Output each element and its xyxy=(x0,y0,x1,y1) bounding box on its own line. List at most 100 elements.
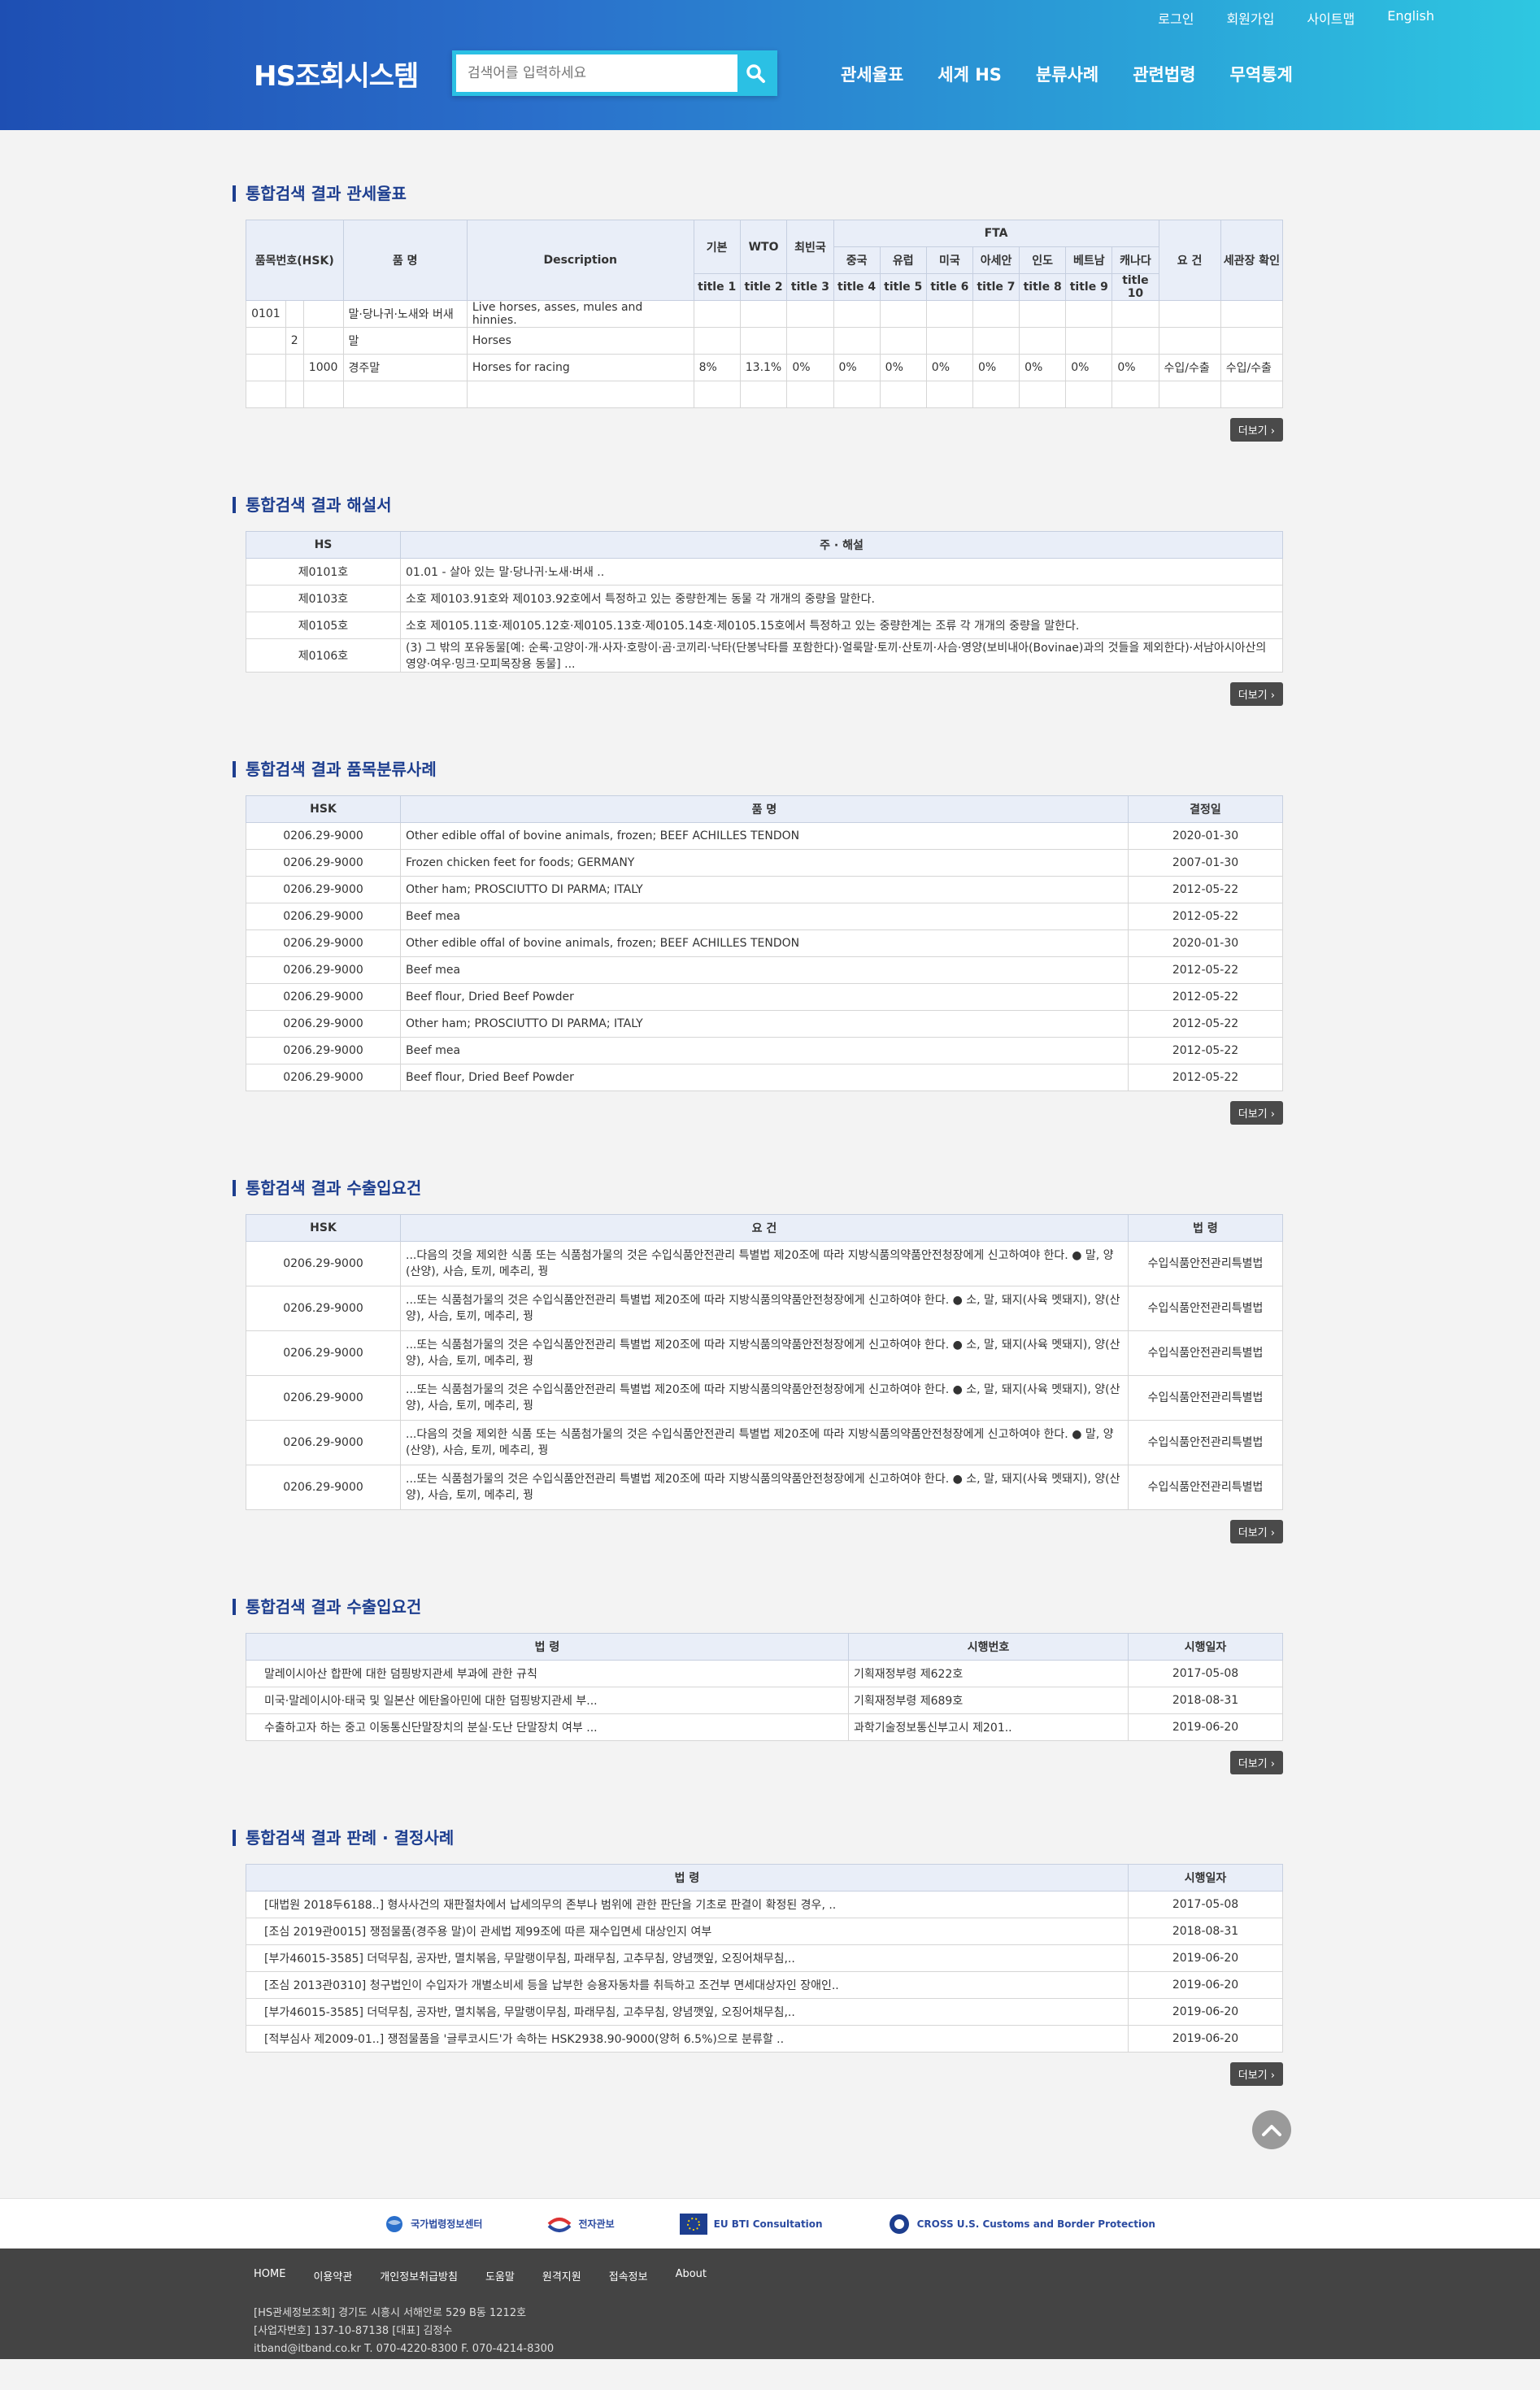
table-cell: 2012-05-22 xyxy=(1128,1064,1283,1091)
partner-gazette[interactable]: 전자관보 xyxy=(547,2214,615,2234)
table-cell: 수입식품안전관리특별법 xyxy=(1128,1420,1283,1465)
nav-laws[interactable]: 관련법령 xyxy=(1133,62,1195,86)
table-cell: 0206.29-9000 xyxy=(246,1286,401,1331)
table-cell xyxy=(466,381,694,408)
tariff-row[interactable]: 0101 말·당나귀·노새와 버새 Live horses, asses, mule… xyxy=(246,300,1284,328)
table-cell: 2018-08-31 xyxy=(1128,1687,1283,1714)
nav-cases[interactable]: 분류사례 xyxy=(1036,62,1098,86)
commentary-row[interactable]: 제0101호 01.01 - 살아 있는 말·당나귀·노새·버새 .. xyxy=(246,558,1283,586)
table-cell: 제0105호 xyxy=(246,612,401,639)
scroll-top-button[interactable] xyxy=(1252,2110,1291,2149)
section-title-rulings: 통합검색 결과 판례 · 결정사례 xyxy=(233,1830,1294,1846)
case-row[interactable]: 0206.29-9000 Other edible offal of bovine… xyxy=(246,929,1283,957)
ruling-row[interactable]: [조심 2019관0015] 쟁점물품(경주용 말)이 관세법 제99조에 따른… xyxy=(246,1918,1283,1945)
case-row[interactable]: 0206.29-9000 Other ham; PROSCIUTTO DI PAR… xyxy=(246,1010,1283,1038)
th-commentary: 주 · 해설 xyxy=(400,531,1283,559)
table-cell: Other edible offal of bovine animals, fr… xyxy=(400,822,1129,850)
requirement-row[interactable]: 0206.29-9000 ...또는 식품첨가물의 것은 수입식품안전관리 특별법… xyxy=(246,1375,1283,1421)
case-row[interactable]: 0206.29-9000 Other edible offal of bovine… xyxy=(246,822,1283,850)
case-row[interactable]: 0206.29-9000 Beef mea 2012-05-22 xyxy=(246,956,1283,984)
footer-link[interactable]: 도움말 xyxy=(485,2268,515,2283)
case-row[interactable]: 0206.29-9000 Frozen chicken feet for food… xyxy=(246,849,1283,877)
th-fta-country: 인도 xyxy=(1019,246,1067,274)
table-cell: Beef flour, Dried Beef Powder xyxy=(400,1064,1129,1091)
table-cell: 0206.29-9000 xyxy=(246,1037,401,1064)
law-row[interactable]: 수출하고자 하는 중고 이동통신단말장치의 분실·도난 단말장치 여부 ... 과… xyxy=(246,1713,1283,1741)
ruling-row[interactable]: [대법원 2018두6188..] 형사사건의 재판절차에서 납세의무의 존부나… xyxy=(246,1891,1283,1918)
requirement-row[interactable]: 0206.29-9000 ...또는 식품첨가물의 것은 수입식품안전관리 특별법… xyxy=(246,1465,1283,1510)
table-cell: ...다음의 것을 제외한 식품 또는 식품첨가물의 것은 수입식품안전관리 특… xyxy=(400,1241,1129,1286)
table-cell xyxy=(1220,381,1284,408)
ruling-row[interactable]: [부가46015-3585] 더덕무침, 공자반, 멸치볶음, 무말랭이무침, … xyxy=(246,1944,1283,1972)
partner-eu-bti[interactable]: EU BTI Consultation xyxy=(679,2213,823,2235)
ruling-row[interactable]: [부가46015-3585] 더덕무침, 공자반, 멸치볶음, 무말랭이무침, … xyxy=(246,1998,1283,2026)
footer-link[interactable]: 이용약관 xyxy=(313,2268,352,2283)
commentary-row[interactable]: 제0103호 소호 제0103.91호와 제0103.92호에서 특정하고 있는 … xyxy=(246,585,1283,612)
search-input[interactable] xyxy=(456,54,737,92)
more-button-requirements[interactable]: 더보기 › xyxy=(1229,1520,1283,1543)
ruling-row[interactable]: [조심 2013관0310] 청구법인이 수입자가 개별소비세 등을 납부한 승… xyxy=(246,1971,1283,1999)
more-button-laws[interactable]: 더보기 › xyxy=(1229,1751,1283,1774)
th-fta: FTA xyxy=(833,220,1159,247)
requirement-row[interactable]: 0206.29-9000 ...다음의 것을 제외한 식품 또는 식품첨가물의 것… xyxy=(246,1241,1283,1286)
table-cell xyxy=(1158,327,1221,355)
table-cell: 2012-05-22 xyxy=(1128,983,1283,1011)
requirement-row[interactable]: 0206.29-9000 ...다음의 것을 제외한 식품 또는 식품첨가물의 것… xyxy=(246,1420,1283,1465)
table-cell xyxy=(833,327,881,355)
table-cell: 0% xyxy=(925,354,973,381)
more-button-cases[interactable]: 더보기 › xyxy=(1229,1101,1283,1125)
more-button-commentary[interactable]: 더보기 › xyxy=(1229,682,1283,706)
tariff-row[interactable] xyxy=(246,381,1284,408)
login-link[interactable]: 로그인 xyxy=(1158,8,1194,28)
law-row[interactable]: 미국·말레이시아·태국 및 일본산 에탄올아민에 대한 덤핑방지관세 부... 기… xyxy=(246,1687,1283,1714)
more-button-tariff[interactable]: 더보기 › xyxy=(1229,418,1283,442)
table-cell: 수입식품안전관리특별법 xyxy=(1128,1286,1283,1331)
footer-link[interactable]: 원격지원 xyxy=(542,2268,581,2283)
table-cell: ...또는 식품첨가물의 것은 수입식품안전관리 특별법 제20조에 따라 지방… xyxy=(400,1330,1129,1376)
nav-tariff[interactable]: 관세율표 xyxy=(841,62,903,86)
table-cell: 2012-05-22 xyxy=(1128,1010,1283,1038)
case-row[interactable]: 0206.29-9000 Beef flour, Dried Beef Powde… xyxy=(246,983,1283,1011)
footer-link[interactable]: About xyxy=(676,2268,707,2283)
requirement-row[interactable]: 0206.29-9000 ...또는 식품첨가물의 것은 수입식품안전관리 특별법… xyxy=(246,1286,1283,1331)
footer-link[interactable]: HOME xyxy=(254,2268,285,2283)
table-cell: 수입/수출 xyxy=(1158,354,1221,381)
table-cell xyxy=(302,381,344,408)
table-cell: 0206.29-9000 xyxy=(246,929,401,957)
table-cell: 2 xyxy=(285,327,304,355)
table-cell: 0% xyxy=(1111,354,1159,381)
more-button-rulings[interactable]: 더보기 › xyxy=(1229,2062,1283,2086)
footer-link[interactable]: 접속정보 xyxy=(609,2268,648,2283)
requirement-row[interactable]: 0206.29-9000 ...또는 식품첨가물의 것은 수입식품안전관리 특별법… xyxy=(246,1330,1283,1376)
table-cell xyxy=(302,327,344,355)
table-cell: ...또는 식품첨가물의 것은 수입식품안전관리 특별법 제20조에 따라 지방… xyxy=(400,1375,1129,1421)
table-cell: 0206.29-9000 xyxy=(246,1330,401,1376)
table-cell: ...또는 식품첨가물의 것은 수입식품안전관리 특별법 제20조에 따라 지방… xyxy=(400,1286,1129,1331)
table-cell xyxy=(739,381,788,408)
commentary-row[interactable]: 제0105호 소호 제0105.11호·제0105.12호·제0105.13호·제… xyxy=(246,612,1283,639)
commentary-row[interactable]: 제0106호 (3) 그 밖의 포유동물[예: 순록·고양이·개·사자·호랑이·곰… xyxy=(246,638,1283,673)
tariff-row[interactable]: 2 말 Horses xyxy=(246,327,1284,355)
law-row[interactable]: 말레이시아산 합판에 대한 덤핑방지관세 부과에 관한 규칙 기획재정부령 제62… xyxy=(246,1660,1283,1687)
table-cell: 0% xyxy=(972,354,1020,381)
search-button[interactable] xyxy=(737,54,773,92)
case-row[interactable]: 0206.29-9000 Other ham; PROSCIUTTO DI PAR… xyxy=(246,876,1283,903)
case-row[interactable]: 0206.29-9000 Beef flour, Dried Beef Powde… xyxy=(246,1064,1283,1091)
partner-cbp[interactable]: CROSS U.S. Customs and Border Protection xyxy=(888,2213,1155,2235)
sitemap-link[interactable]: 사이트맵 xyxy=(1307,8,1355,28)
case-row[interactable]: 0206.29-9000 Beef mea 2012-05-22 xyxy=(246,903,1283,930)
logo[interactable]: HS조회시스템 xyxy=(254,54,419,94)
tariff-row[interactable]: 1000 경주말 Horses for racing 8% 13.1% 0% 0% 0% 0% 0… xyxy=(246,354,1284,381)
ruling-row[interactable]: [적부심사 제2009-01..] 쟁점물품을 '글루코시드'가 속하는 HSK… xyxy=(246,2025,1283,2053)
english-link[interactable]: English xyxy=(1387,8,1434,28)
th-title: title 8 xyxy=(1019,273,1067,301)
footer-link[interactable]: 개인정보취급방침 xyxy=(380,2268,458,2283)
table-cell: Other edible offal of bovine animals, fr… xyxy=(400,929,1129,957)
footer-business: [사업자번호] 137-10-87138 [대표] 김정수 xyxy=(254,2325,453,2337)
partner-law-center[interactable]: 국가법령정보센터 xyxy=(385,2214,482,2234)
table-cell: 수입식품안전관리특별법 xyxy=(1128,1330,1283,1376)
nav-stats[interactable]: 무역통계 xyxy=(1230,62,1293,86)
signup-link[interactable]: 회원가입 xyxy=(1226,8,1274,28)
nav-world-hs[interactable]: 세계 HS xyxy=(937,62,1002,86)
case-row[interactable]: 0206.29-9000 Beef mea 2012-05-22 xyxy=(246,1037,1283,1064)
